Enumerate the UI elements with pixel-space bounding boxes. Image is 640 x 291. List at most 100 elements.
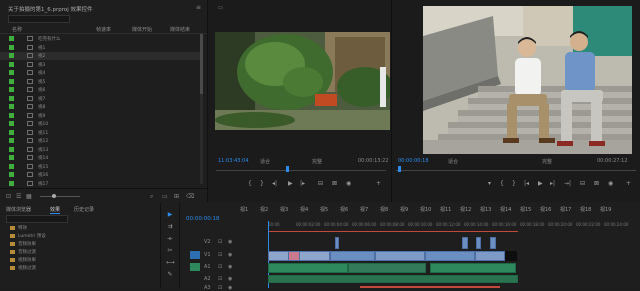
program-quality-select[interactable]: 完整 xyxy=(542,158,552,165)
label-color-swatch[interactable] xyxy=(9,95,14,101)
video-clip[interactable] xyxy=(375,251,425,261)
eye-icon[interactable]: ◉ xyxy=(228,276,232,282)
track-label[interactable]: A2 xyxy=(204,276,211,282)
black-video-clip[interactable] xyxy=(505,251,517,261)
lock-icon[interactable]: ⊡ xyxy=(218,276,222,282)
project-item-row[interactable]: 视13 xyxy=(0,146,200,154)
source-playhead[interactable] xyxy=(286,166,289,172)
label-color-swatch[interactable] xyxy=(9,87,14,92)
pen-tool-icon[interactable]: ✎ xyxy=(166,271,174,278)
sequence-tab[interactable]: 视11 xyxy=(440,206,451,213)
video-clip[interactable] xyxy=(462,237,468,249)
eye-icon[interactable]: ◉ xyxy=(228,252,232,258)
eye-icon[interactable]: ◉ xyxy=(228,239,232,245)
label-color-swatch[interactable] xyxy=(9,180,14,186)
column-media-start[interactable]: 媒体开始 xyxy=(132,26,152,33)
label-color-swatch[interactable] xyxy=(9,53,14,58)
project-item-row[interactable]: 视14 xyxy=(0,154,200,162)
project-item-row[interactable]: 视3 xyxy=(0,61,200,69)
export-frame-icon[interactable]: ◉ xyxy=(608,180,613,187)
list-view-icon[interactable]: ☰ xyxy=(16,193,21,200)
label-color-swatch[interactable] xyxy=(9,138,14,143)
lift-icon[interactable]: ⊟ xyxy=(580,180,585,187)
effects-bin[interactable]: 视频效果 xyxy=(10,257,36,263)
label-color-swatch[interactable] xyxy=(9,163,14,169)
project-item-row[interactable]: 视4 xyxy=(0,69,200,77)
video-clip[interactable] xyxy=(330,251,375,261)
sequence-tab[interactable]: 视15 xyxy=(520,206,531,213)
column-frame-rate[interactable]: 帧速率 xyxy=(96,26,111,33)
sequence-tab[interactable]: 视7 xyxy=(360,206,368,213)
label-color-swatch[interactable] xyxy=(9,61,14,67)
eye-icon[interactable]: ◉ xyxy=(228,285,232,291)
tab-history[interactable]: 历史记录 xyxy=(74,206,94,213)
track-label[interactable]: A1 xyxy=(204,264,211,270)
project-item-row[interactable]: 视11 xyxy=(0,129,200,137)
new-bin-icon[interactable]: ▭ xyxy=(162,193,168,200)
step-forward-icon[interactable]: |▸ xyxy=(300,180,305,187)
source-quality-select[interactable]: 完整 xyxy=(312,158,322,165)
project-item-row[interactable]: 视12 xyxy=(0,137,200,145)
ripple-edit-tool-icon[interactable]: ⟛ xyxy=(166,235,174,242)
sequence-tab[interactable]: 视10 xyxy=(420,206,431,213)
lock-icon[interactable]: ⊡ xyxy=(218,252,222,258)
label-color-swatch[interactable] xyxy=(9,155,14,160)
lock-icon[interactable]: ⊡ xyxy=(218,239,222,245)
lock-icon[interactable]: ⊡ xyxy=(6,193,11,200)
play-icon[interactable]: ▶ xyxy=(538,180,543,187)
video-clip[interactable] xyxy=(490,237,496,249)
sequence-tab[interactable]: 视13 xyxy=(480,206,491,213)
project-item-row[interactable]: 视1 xyxy=(0,44,200,52)
mark-out-icon[interactable]: { xyxy=(500,180,504,187)
source-patch-a1[interactable] xyxy=(190,263,200,271)
track-label[interactable]: V1 xyxy=(204,252,211,258)
new-item-icon[interactable]: ⊞ xyxy=(174,193,179,200)
sequence-tab[interactable]: 视8 xyxy=(380,206,388,213)
label-color-swatch[interactable] xyxy=(9,146,14,152)
go-in-icon[interactable]: } xyxy=(512,180,516,187)
mark-in-icon[interactable]: ▾ xyxy=(488,180,491,187)
sequence-tab[interactable]: 视19 xyxy=(600,206,611,213)
slip-tool-icon[interactable]: ⟷ xyxy=(166,259,175,266)
audio-clip[interactable] xyxy=(348,263,426,273)
overwrite-icon[interactable]: ⊠ xyxy=(332,180,337,187)
program-timecode[interactable]: 00:00:00:18 xyxy=(398,158,429,164)
sequence-tab[interactable]: 视12 xyxy=(460,206,471,213)
timeline-work-area-bar[interactable] xyxy=(268,231,518,232)
add-button-icon[interactable]: + xyxy=(626,180,631,187)
track-label[interactable]: V2 xyxy=(204,239,211,245)
find-icon[interactable]: ⌕ xyxy=(150,193,153,201)
effects-search-input[interactable] xyxy=(6,215,68,223)
play-icon[interactable]: ▶ xyxy=(288,180,293,187)
audio-clip[interactable] xyxy=(430,263,516,273)
selection-tool-icon[interactable]: ▶ xyxy=(166,211,174,218)
eye-icon[interactable]: ◉ xyxy=(228,264,232,270)
effects-bin[interactable]: 音频过渡 xyxy=(10,249,36,255)
column-media-end[interactable]: 媒体结束 xyxy=(170,26,190,33)
effects-bin[interactable]: 特效 xyxy=(10,225,27,231)
add-button-icon[interactable]: + xyxy=(376,180,381,187)
effects-bin[interactable]: Lumetri 预设 xyxy=(10,233,46,239)
project-item-row[interactable]: 视8 xyxy=(0,103,200,111)
sequence-tab[interactable]: 视16 xyxy=(540,206,551,213)
insert-icon[interactable]: ⊟ xyxy=(318,180,323,187)
zoom-slider[interactable] xyxy=(40,194,80,198)
label-color-swatch[interactable] xyxy=(9,172,14,177)
step-back-icon[interactable]: ◂| xyxy=(272,180,277,187)
video-clip[interactable] xyxy=(475,251,505,261)
effects-bin[interactable]: 视频过渡 xyxy=(10,265,36,271)
go-out-icon[interactable]: →| xyxy=(564,180,571,187)
source-timecode[interactable]: 11:03:43:04 xyxy=(218,158,249,164)
project-item-row[interactable]: 视5 xyxy=(0,78,200,86)
video-clip[interactable] xyxy=(476,237,481,249)
panel-menu-icon[interactable]: ≡ xyxy=(196,4,201,11)
project-item-row[interactable]: 视16 xyxy=(0,171,200,179)
video-clip[interactable] xyxy=(425,251,475,261)
project-search-input[interactable] xyxy=(8,15,70,23)
sequence-tab[interactable]: 视18 xyxy=(580,206,591,213)
project-item-row[interactable]: 视17 xyxy=(0,180,200,188)
source-fit-select[interactable]: 适合 xyxy=(260,158,270,165)
sequence-tab[interactable]: 视6 xyxy=(340,206,348,213)
audio-clip[interactable] xyxy=(268,275,518,283)
export-frame-icon[interactable]: ◉ xyxy=(346,180,351,187)
